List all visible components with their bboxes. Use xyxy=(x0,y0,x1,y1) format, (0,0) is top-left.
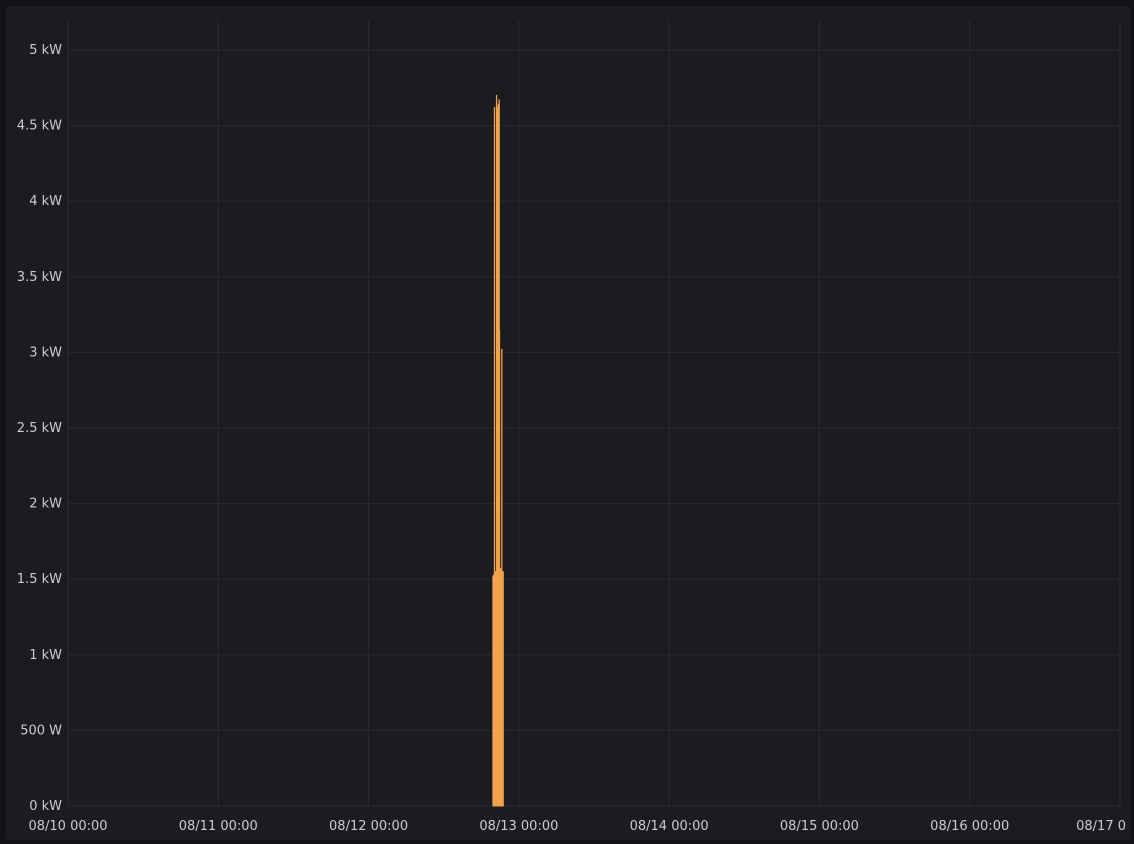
x-tick-label: 08/12 00:00 xyxy=(329,819,408,834)
y-tick-label: 4.5 kW xyxy=(17,119,62,134)
y-axis-labels: 0 kW 500 W 1 kW 1.5 kW 2 kW 2.5 kW 3 kW 3.5 kW 4… xyxy=(17,43,62,814)
x-tick-label: 08/11 00:00 xyxy=(179,819,258,834)
series-area xyxy=(492,94,504,807)
x-tick-label: 08/15 00:00 xyxy=(780,819,859,834)
y-tick-label: 3 kW xyxy=(29,345,62,360)
y-tick-label: 2.5 kW xyxy=(17,421,62,436)
x-axis-labels: 08/10 00:00 08/11 00:00 08/12 00:00 08/13 0… xyxy=(28,819,1126,834)
y-grid xyxy=(68,49,1120,807)
x-tick-label: 08/13 00:00 xyxy=(479,819,558,834)
x-tick-label: 08/10 00:00 xyxy=(28,819,107,834)
y-tick-label: 3.5 kW xyxy=(17,270,62,285)
y-tick-label: 2 kW xyxy=(29,497,62,512)
y-tick-label: 5 kW xyxy=(29,43,62,58)
series-layer xyxy=(492,94,504,807)
x-tick-label: 08/14 00:00 xyxy=(630,819,709,834)
chart-panel: 0 kW 500 W 1 kW 1.5 kW 2 kW 2.5 kW 3 kW 3.5 kW 4… xyxy=(6,6,1130,840)
x-tick-label: 08/17 0 xyxy=(1076,819,1126,834)
y-tick-label: 500 W xyxy=(20,723,62,738)
y-tick-label: 4 kW xyxy=(29,194,62,209)
y-tick-label: 1.5 kW xyxy=(17,572,62,587)
y-tick-label: 0 kW xyxy=(29,799,62,814)
power-chart: 0 kW 500 W 1 kW 1.5 kW 2 kW 2.5 kW 3 kW 3.5 kW 4… xyxy=(17,20,1126,834)
x-tick-label: 08/16 00:00 xyxy=(930,819,1009,834)
y-tick-label: 1 kW xyxy=(29,648,62,663)
x-grid xyxy=(67,20,1121,806)
